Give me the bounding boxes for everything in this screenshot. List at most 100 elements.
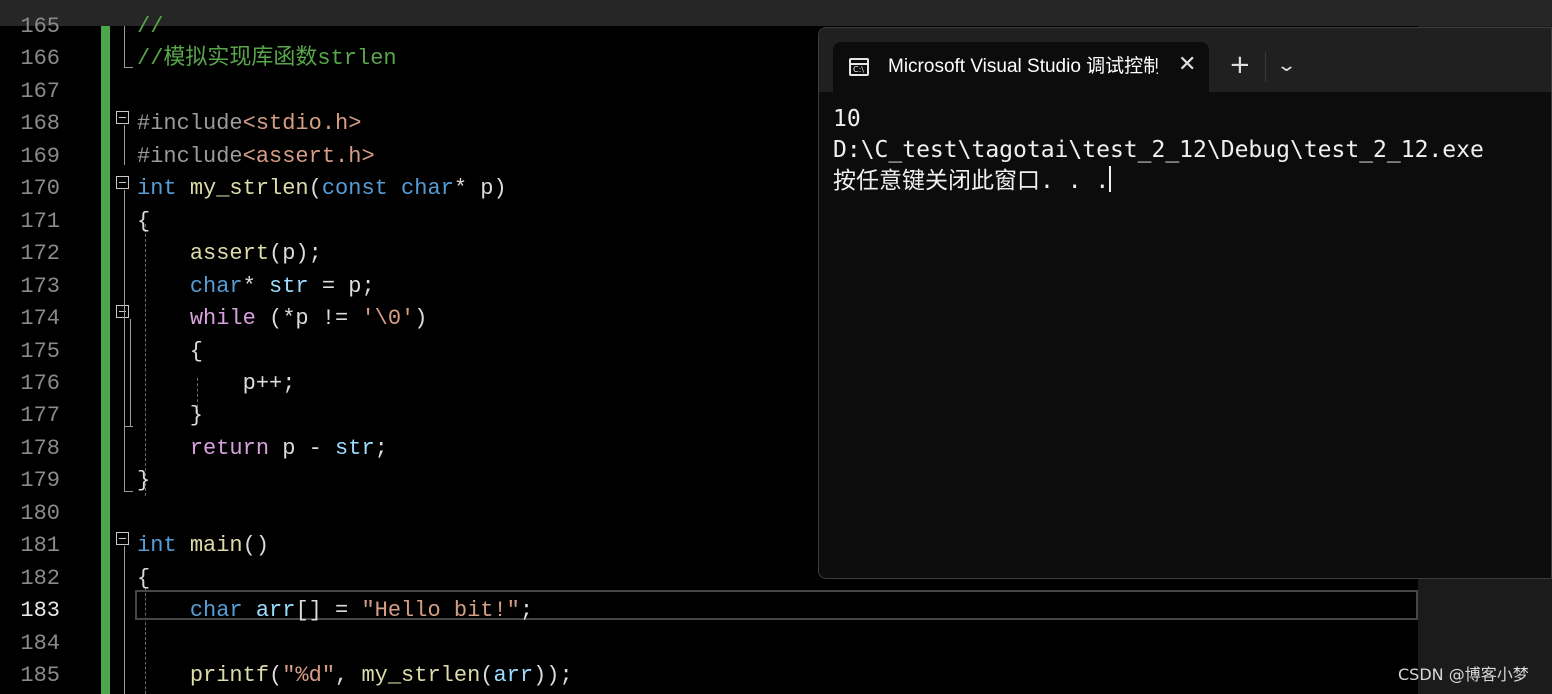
fold-toggle-my-strlen[interactable]: [116, 176, 129, 189]
code-token: printf: [189, 663, 270, 688]
code-line[interactable]: #include<stdio.h>: [137, 108, 361, 140]
code-token: *: [242, 273, 270, 299]
fold-toggle-include[interactable]: [116, 111, 129, 124]
code-token: "%d": [282, 663, 336, 688]
code-token: str: [269, 273, 309, 299]
line-number: 185: [20, 663, 60, 688]
code-line[interactable]: char arr[] = "Hello bit!";: [137, 595, 533, 627]
code-line[interactable]: {: [137, 336, 203, 368]
code-token: main: [189, 533, 243, 559]
code-line[interactable]: char* str = p;: [137, 271, 375, 303]
change-tracking-bar: [101, 26, 110, 694]
outline-guide: [124, 190, 125, 492]
code-token: (: [480, 663, 494, 688]
code-line[interactable]: int my_strlen(const char* p): [137, 173, 507, 205]
line-number: 171: [20, 208, 60, 234]
code-token: int: [137, 533, 177, 559]
code-line[interactable]: while (*p != '\0'): [137, 303, 428, 335]
console-window[interactable]: C:\ Microsoft Visual Studio 调试控制台 ✕ + ⌄ …: [818, 27, 1552, 579]
code-token: int: [137, 176, 177, 202]
code-token: [] =: [295, 598, 362, 624]
line-number: 177: [20, 403, 60, 429]
console-icon: C:\: [849, 58, 869, 76]
line-number: 169: [20, 143, 60, 169]
new-tab-button[interactable]: +: [1229, 50, 1251, 80]
line-number: 176: [20, 370, 60, 396]
code-token: (: [269, 663, 283, 688]
code-token: str: [335, 435, 375, 461]
line-number: 173: [20, 273, 60, 299]
line-number: 166: [20, 46, 60, 72]
code-token: *: [453, 176, 481, 202]
code-line[interactable]: }: [137, 465, 150, 497]
console-tab-title: Microsoft Visual Studio 调试控制台: [888, 56, 1158, 77]
code-line[interactable]: }: [137, 400, 203, 432]
code-token: }: [137, 468, 151, 494]
code-token: p -: [269, 435, 336, 461]
console-output[interactable]: 10 D:\C_test\tagotai\test_2_12\Debug\tes…: [833, 104, 1484, 197]
console-titlebar[interactable]: C:\ Microsoft Visual Studio 调试控制台 ✕ + ⌄: [819, 28, 1551, 92]
code-token: p): [480, 176, 507, 202]
text-caret: [1109, 166, 1112, 192]
code-line[interactable]: return p - str;: [137, 433, 388, 465]
code-line[interactable]: {: [137, 206, 150, 238]
code-token: {: [137, 565, 151, 591]
line-number: 174: [20, 306, 60, 332]
code-token: arr: [493, 663, 534, 688]
code-token: #include: [137, 111, 243, 137]
code-line[interactable]: assert(p);: [137, 238, 322, 270]
code-line[interactable]: //模拟实现库函数strlen: [137, 43, 397, 75]
titlebar-separator: [1265, 52, 1266, 82]
code-line[interactable]: {: [137, 563, 150, 595]
code-token: while: [189, 306, 256, 332]
fold-toggle-main[interactable]: [116, 532, 129, 545]
code-line[interactable]: //: [137, 11, 163, 43]
code-token: '\0': [361, 306, 415, 332]
code-token: arr: [255, 598, 296, 624]
line-number: 167: [20, 78, 60, 104]
close-tab-icon[interactable]: ✕: [1178, 52, 1196, 78]
line-number: 180: [20, 500, 60, 526]
chevron-down-icon[interactable]: ⌄: [1276, 54, 1297, 78]
code-token: "Hello bit!": [361, 598, 520, 624]
code-token: char: [189, 273, 243, 299]
code-token: {: [137, 208, 151, 234]
code-line[interactable]: p++;: [137, 368, 296, 400]
code-token: = p;: [308, 273, 375, 299]
code-token: (p);: [269, 241, 322, 267]
line-number: 170: [20, 176, 60, 202]
code-token: return: [189, 435, 270, 461]
line-number: 181: [20, 533, 60, 559]
code-token: my_strlen: [189, 176, 309, 202]
code-token: const char: [321, 176, 454, 202]
code-token: //模拟实现库函数strlen: [137, 46, 397, 72]
code-token: char: [189, 598, 243, 624]
code-line[interactable]: #include<assert.h>: [137, 141, 375, 173]
fold-toggle-while[interactable]: [116, 305, 129, 318]
code-token: p++;: [137, 370, 296, 396]
line-number-gutter: 165 166 167 168 169 170 171 172 173 174 175 176 177 1…: [0, 14, 70, 694]
code-token: assert: [189, 241, 270, 267]
console-tab[interactable]: C:\ Microsoft Visual Studio 调试控制台 ✕: [833, 42, 1209, 92]
code-token: ;: [374, 435, 388, 461]
code-line[interactable]: printf("%d", my_strlen(arr));: [137, 660, 573, 692]
watermark: CSDN @博客小梦: [1398, 665, 1529, 684]
line-number: 178: [20, 435, 60, 461]
code-token: <assert.h>: [242, 143, 375, 169]
code-token: <stdio.h>: [242, 111, 362, 137]
line-number: 172: [20, 241, 60, 267]
line-number: 184: [20, 630, 60, 656]
outline-guide: [124, 125, 125, 165]
console-output-line: 按任意键关闭此窗口. . .: [833, 166, 1484, 197]
code-token: (): [242, 533, 270, 559]
code-line[interactable]: int main(): [137, 530, 269, 562]
console-prompt-text: 按任意键关闭此窗口. . .: [833, 168, 1110, 194]
code-token: ;: [519, 598, 534, 624]
